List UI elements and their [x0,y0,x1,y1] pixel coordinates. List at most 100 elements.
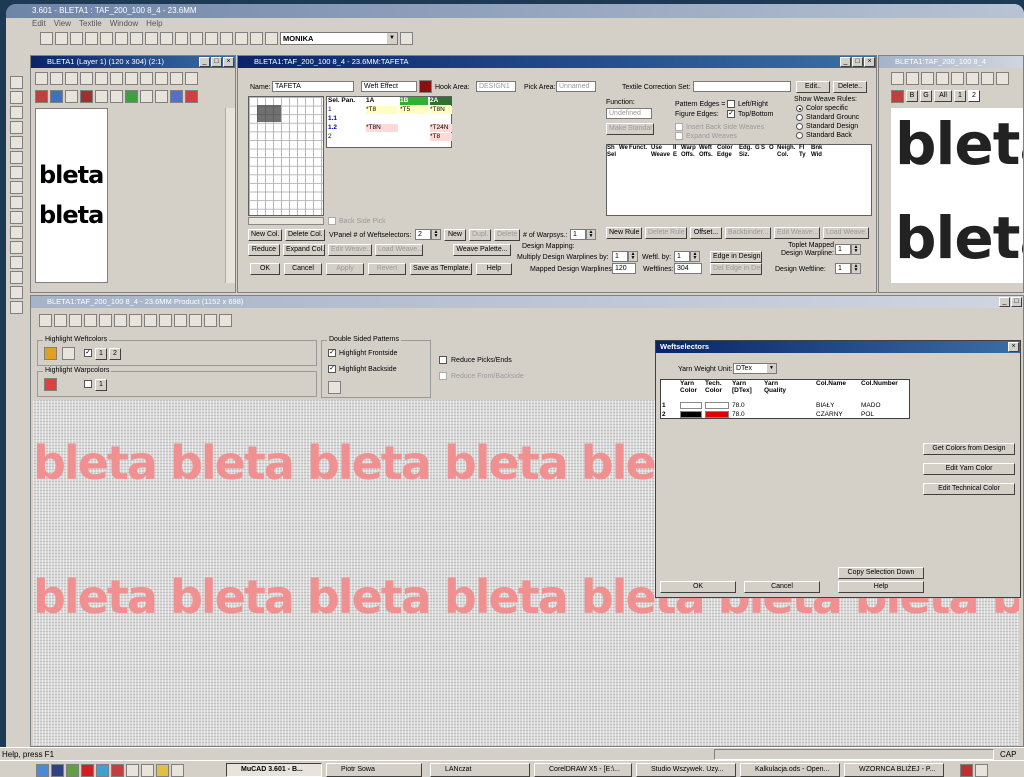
new-button[interactable]: New [444,229,466,241]
sel-row-1-1b[interactable]: *T5 [400,106,428,114]
split-icon[interactable] [114,314,127,327]
copy-selection-down-button[interactable]: Copy Selection Down [838,567,924,579]
menu-edit[interactable]: Edit [32,18,46,30]
ie-icon[interactable] [36,764,49,777]
top-bottom-checkbox[interactable]: ✓ [727,110,735,118]
menu-window[interactable]: Window [110,18,138,30]
weftcolors-list-icon[interactable] [62,347,75,360]
grid-icon[interactable] [126,764,139,777]
task-studio-wszywek[interactable]: Studio Wszywek. Uzy... [636,763,736,777]
effect-select[interactable]: Weft Effect [361,81,417,92]
rect-icon[interactable] [10,226,23,239]
revert-button[interactable]: Revert [368,263,406,275]
text-icon[interactable] [265,32,278,45]
right-canvas[interactable]: bleta bleta [891,108,1023,283]
b-icon[interactable] [51,764,64,777]
tab-1[interactable]: 1 [954,90,966,102]
textile-correction-input[interactable] [693,81,791,92]
delete-btn[interactable]: Delete [494,229,520,241]
reduce-button[interactable]: Reduce [248,244,280,256]
load-weave-2-button[interactable]: Load Weave... [375,244,423,256]
multiply-input[interactable]: 1 [612,251,628,262]
sel-row-3-pan[interactable]: 1.2 [328,124,337,132]
grid-icon[interactable] [235,32,248,45]
rule-standard-ground-radio[interactable] [796,114,803,121]
folder-icon[interactable] [156,764,169,777]
network-icon[interactable] [975,764,988,777]
row-2-number[interactable]: POL [861,411,874,419]
palette-icon[interactable] [996,72,1009,85]
flip-icon[interactable] [95,72,108,85]
edge-in-design-button[interactable]: Edge in Design... [710,251,762,263]
image-icon[interactable] [159,314,172,327]
maximize-icon[interactable]: □ [211,57,222,67]
weftlines-input[interactable]: 304 [674,263,702,274]
open-folder-icon[interactable] [70,32,83,45]
measure-icon[interactable] [10,271,23,284]
minimize-icon[interactable]: _ [199,57,210,67]
user-combo[interactable]: MONIKA ▼ [280,32,398,45]
rule-standard-design-radio[interactable] [796,123,803,130]
app-icon[interactable] [66,764,79,777]
design-weftline-input[interactable]: 1 [835,263,851,274]
weftcolors-icon[interactable] [44,347,57,360]
task-mucad[interactable]: MuCAD 3.601 - B... [226,763,322,777]
get-colors-button[interactable]: Get Colors from Design [923,443,1015,455]
effect-color-icon[interactable] [419,80,432,93]
zoom-fit-icon[interactable] [65,72,78,85]
row-1-yarn-swatch[interactable] [680,402,702,409]
tile-icon[interactable] [140,72,153,85]
zoom-out-icon[interactable] [906,72,919,85]
tab-b[interactable]: B [906,90,918,102]
row-1-number[interactable]: MADO [861,402,881,410]
rule-color-specific-radio[interactable] [796,105,803,112]
weave-palette-button[interactable]: Weave Palette... [453,244,511,256]
list-icon[interactable] [155,72,168,85]
layout-icon[interactable] [250,32,263,45]
dupl-button[interactable]: Dupl. [469,229,491,241]
product-window-title[interactable]: BLETA1:TAF_200_100 8_4 - 23.6MM Product … [31,296,1023,308]
task-piotr-sowa[interactable]: Piotr Sowa [326,763,422,777]
highlight-frontside-checkbox[interactable]: ✓ [328,349,336,357]
warp-1-checkbox[interactable] [84,380,92,388]
help-icon[interactable] [220,32,233,45]
function-select[interactable]: Undefined [606,108,652,119]
print-icon[interactable] [205,32,218,45]
insert-back-checkbox[interactable] [675,123,683,131]
pencil-icon[interactable] [10,166,23,179]
side-toggle-icon[interactable] [328,381,341,394]
mirror-icon[interactable] [80,72,93,85]
make-standard-button[interactable]: Make Standard [606,123,654,135]
copy-icon[interactable] [145,32,158,45]
minimize-icon[interactable]: _ [999,297,1010,307]
sel-row-1-2a[interactable]: *T8N [430,106,452,114]
mapped-warplines-input[interactable]: 120 [612,263,636,274]
tab-g[interactable]: G [920,90,932,102]
weftselectors-cancel-button[interactable]: Cancel [744,581,820,593]
menu-help[interactable]: Help [146,18,162,30]
split-icon[interactable] [95,90,108,103]
edit-weave-button[interactable]: Edit Weave... [774,227,820,239]
weftl-input[interactable]: 1 [674,251,690,262]
table-icon[interactable] [141,764,154,777]
chart-icon[interactable] [170,72,183,85]
row-2-dtex[interactable]: 78.0 [732,411,745,419]
menu-view[interactable]: View [54,18,71,30]
open-icon[interactable] [55,32,68,45]
layer-scrollbar[interactable] [225,108,235,283]
rule-standard-back-radio[interactable] [796,132,803,139]
people-icon[interactable] [891,90,904,103]
list-icon[interactable] [966,72,979,85]
sel-row-2-pan[interactable]: 1.1 [328,115,337,123]
opera-icon[interactable] [81,764,94,777]
grid-toggle-icon[interactable] [125,72,138,85]
print-icon[interactable] [951,72,964,85]
hook-area-input[interactable]: DESIGN1 [476,81,516,92]
row-1-name[interactable]: BIAŁY [816,402,834,410]
edit-weave-2-button[interactable]: Edit Weave... [328,244,372,256]
list-icon[interactable] [129,314,142,327]
layer-icon[interactable] [10,301,23,314]
image-icon[interactable] [50,90,63,103]
warpsys-spin[interactable]: ▲ ▼ [586,229,596,240]
row-2-tech-swatch[interactable] [705,411,729,418]
